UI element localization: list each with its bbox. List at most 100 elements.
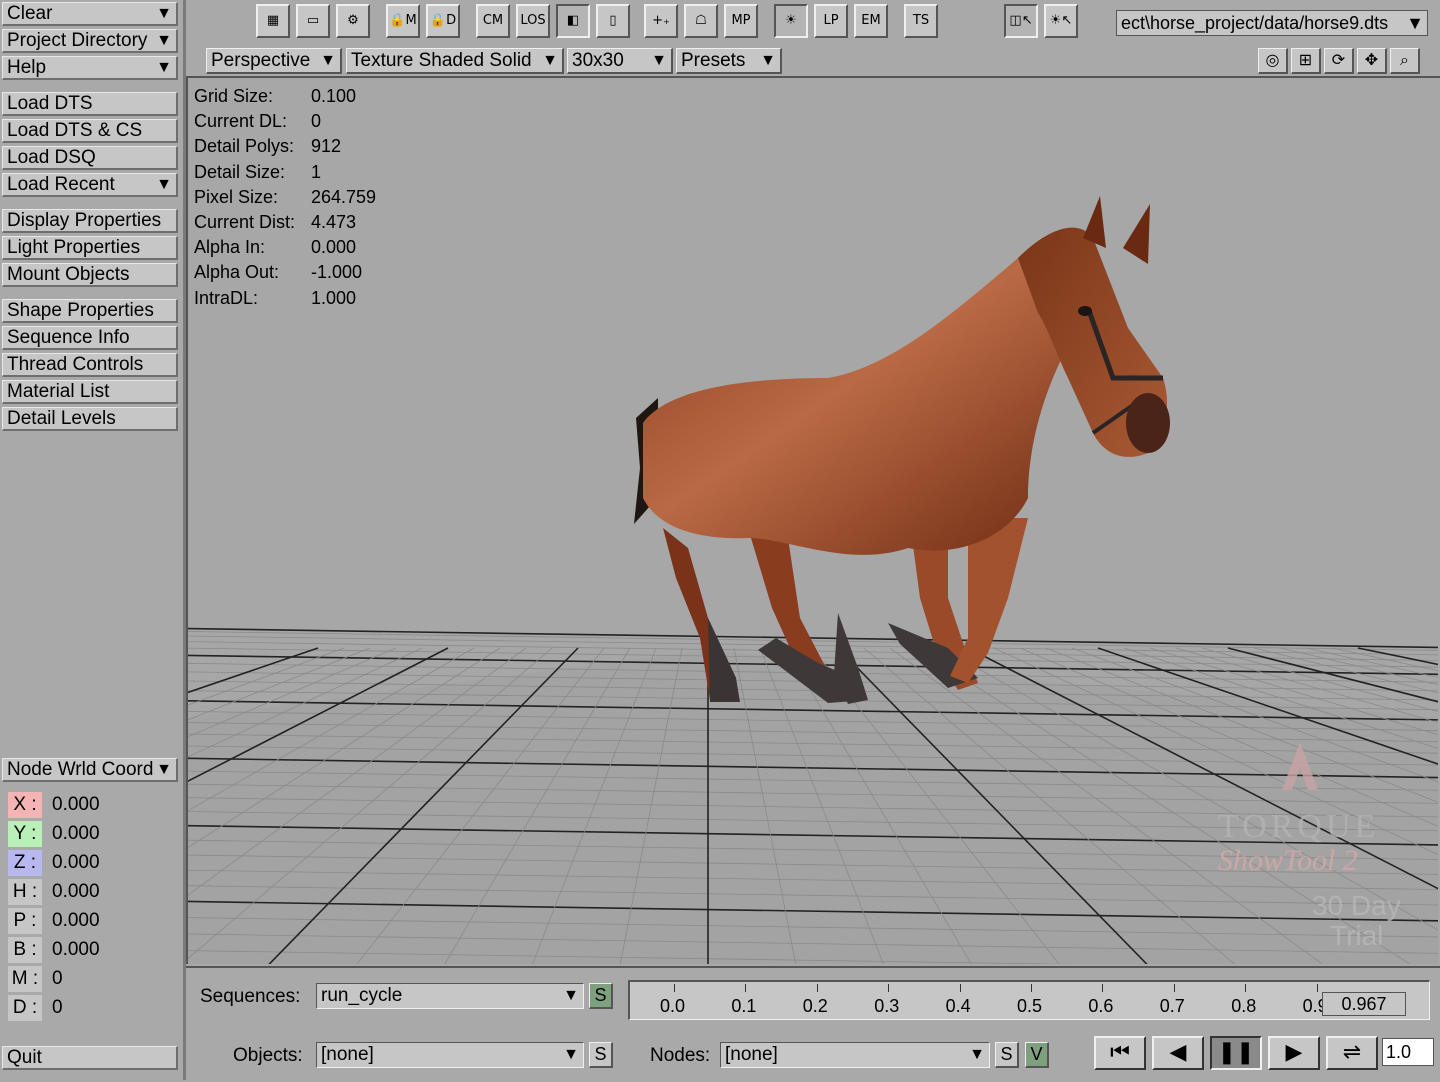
camera-select-icon[interactable]: ◫↖ xyxy=(1004,4,1038,38)
timeline-tick-label: 0.8 xyxy=(1231,996,1257,1016)
coord-label: M : xyxy=(8,966,42,992)
light-select-icon[interactable]: ☀↖ xyxy=(1044,4,1078,38)
objects-label: Objects: xyxy=(233,1045,303,1066)
load-recent-dropdown[interactable]: Load Recent xyxy=(2,173,178,197)
load-dts-button[interactable]: Load DTS xyxy=(2,92,178,116)
load-dsq-button[interactable]: Load DSQ xyxy=(2,146,178,170)
material-list-button[interactable]: Material List xyxy=(2,380,178,404)
stat-value: 4.473 xyxy=(311,212,357,232)
sequence-select[interactable]: run_cycle xyxy=(316,983,584,1009)
mp-icon[interactable]: MP xyxy=(724,4,758,38)
timeline-tick-mark xyxy=(674,984,675,992)
nodes-label: Nodes: xyxy=(650,1045,711,1066)
torque-logo-icon xyxy=(1282,742,1318,790)
watermark-line1: 30 Day xyxy=(1312,890,1401,921)
monitor-icon[interactable]: ▭ xyxy=(296,4,330,38)
timeline-tick-mark xyxy=(888,984,890,992)
help-dropdown[interactable]: Help xyxy=(2,56,178,80)
coord-label: Y : xyxy=(8,821,42,847)
coord-mode-dropdown[interactable]: Node Wrld Coord xyxy=(2,758,178,782)
timeline-tick-mark xyxy=(1245,984,1247,992)
los-icon[interactable]: LOS xyxy=(516,4,550,38)
grid-resolution-dropdown[interactable]: 30x30 xyxy=(567,48,673,74)
timeline-tick-label: 0.7 xyxy=(1159,996,1185,1016)
project-directory-dropdown[interactable]: Project Directory xyxy=(2,29,178,53)
pan-icon[interactable]: ✥ xyxy=(1357,48,1387,74)
coord-value: 0.000 xyxy=(52,823,100,844)
ghost-icon[interactable]: ☖ xyxy=(684,4,718,38)
step-back-icon[interactable]: ◀ xyxy=(1152,1036,1204,1070)
coord-row: Y : 0.000 xyxy=(8,821,100,847)
3d-viewport[interactable]: Grid Size: 0.100 Current DL: 0 Detail Polys:… xyxy=(186,78,1438,964)
horse-model xyxy=(634,196,1170,704)
quit-button[interactable]: Quit xyxy=(2,1046,178,1070)
stat-label: IntraDL: xyxy=(194,287,259,308)
em-icon[interactable]: EM xyxy=(854,4,888,38)
fit-icon[interactable]: ⊞ xyxy=(1291,48,1321,74)
clear-dropdown[interactable]: Clear xyxy=(2,2,178,26)
coord-label: X : xyxy=(8,792,42,818)
coord-value: 0.000 xyxy=(52,794,100,815)
pause-icon[interactable]: ❚❚ xyxy=(1210,1036,1262,1070)
thread-controls-button[interactable]: Thread Controls xyxy=(2,353,178,377)
view-mode-dropdown[interactable]: Perspective xyxy=(206,48,342,74)
add-point-icon[interactable]: +₊ xyxy=(644,4,678,38)
lp-icon[interactable]: LP xyxy=(814,4,848,38)
lock-m-icon[interactable]: 🔒M xyxy=(386,4,420,38)
sequence-info-button[interactable]: Sequence Info xyxy=(2,326,178,350)
target-icon[interactable]: ◎ xyxy=(1258,48,1288,74)
coord-value: 0 xyxy=(52,997,63,1018)
sidebar: Clear Project Directory Help Load DTS Lo… xyxy=(0,0,186,1080)
load-dts-cs-button[interactable]: Load DTS & CS xyxy=(2,119,178,143)
stat-label: Alpha Out: xyxy=(194,262,280,283)
zoom-icon[interactable]: ⌕ xyxy=(1390,48,1420,74)
playback-speed-input[interactable]: 1.0 xyxy=(1382,1038,1434,1066)
cube-icon[interactable]: ◧ xyxy=(556,4,590,38)
ping-pong-icon[interactable]: ⇌ xyxy=(1326,1036,1378,1070)
object-select[interactable]: [none] xyxy=(316,1042,584,1068)
stat-label: Alpha In: xyxy=(194,237,266,258)
light-properties-button[interactable]: Light Properties xyxy=(2,236,178,260)
stat-row: Current DL: 0 xyxy=(194,109,321,134)
stat-row: Alpha Out: -1.000 xyxy=(194,260,362,285)
shading-mode-dropdown[interactable]: Texture Shaded Solid xyxy=(346,48,564,74)
detail-levels-button[interactable]: Detail Levels xyxy=(2,407,178,431)
mount-objects-button[interactable]: Mount Objects xyxy=(2,263,178,287)
lock-d-icon[interactable]: 🔒D xyxy=(426,4,460,38)
ts-icon[interactable]: TS xyxy=(904,4,938,38)
object-s-button[interactable]: S xyxy=(589,1042,613,1068)
stat-row: Detail Polys: 912 xyxy=(194,134,341,159)
shape-properties-button[interactable]: Shape Properties xyxy=(2,299,178,323)
timeline-tick-mark xyxy=(959,984,961,992)
timeline-tick-mark xyxy=(816,984,818,992)
play-icon[interactable]: ▶ xyxy=(1268,1036,1320,1070)
coord-value: 0.000 xyxy=(52,881,100,902)
stat-row: Grid Size: 0.100 xyxy=(194,84,356,109)
watermark-product: ShowTool 2 xyxy=(1218,844,1358,877)
stat-label: Grid Size: xyxy=(194,86,274,106)
timeline-tick-label: 0.5 xyxy=(1017,996,1043,1016)
shape-path-dropdown[interactable]: ect\horse_project/data/horse9.dts ▼ xyxy=(1116,10,1428,36)
presets-dropdown[interactable]: Presets xyxy=(676,48,782,74)
cm-icon[interactable]: CM xyxy=(476,4,510,38)
node-v-button[interactable]: V xyxy=(1025,1042,1049,1068)
grid-icon[interactable]: ▦ xyxy=(256,4,290,38)
viewport-header: Perspective Texture Shaded Solid 30x30 P… xyxy=(186,44,1440,78)
book-icon[interactable]: ▯ xyxy=(596,4,630,38)
light-icon[interactable]: ☀ xyxy=(774,4,808,38)
timeline-tick-mark xyxy=(1173,984,1175,992)
coord-label: B : xyxy=(8,937,42,963)
node-select[interactable]: [none] xyxy=(720,1042,990,1068)
display-properties-button[interactable]: Display Properties xyxy=(2,209,178,233)
current-time-readout: 0.967 xyxy=(1322,992,1406,1016)
coord-row: Z : 0.000 xyxy=(8,850,100,876)
stat-value: 912 xyxy=(311,136,342,157)
node-s-button[interactable]: S xyxy=(995,1042,1019,1068)
sequence-s-button[interactable]: S xyxy=(589,983,613,1009)
stat-label: Current Dist: xyxy=(194,212,296,232)
shape-path-text: ect\horse_project/data/horse9.dts xyxy=(1121,13,1389,33)
stat-row: Pixel Size: 264.759 xyxy=(194,185,376,210)
rotate-icon[interactable]: ⟳ xyxy=(1324,48,1354,74)
first-frame-icon[interactable]: ⏮ xyxy=(1094,1036,1146,1070)
joint-icon[interactable]: ⚙ xyxy=(336,4,370,38)
